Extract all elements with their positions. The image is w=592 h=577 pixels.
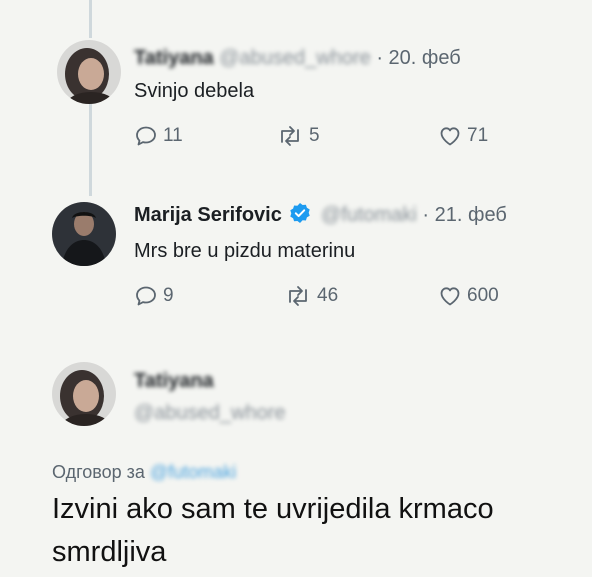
tweet-header: Marija Serifovic @futomaki · 21. феб <box>134 202 507 227</box>
tweet-text: Mrs bre u pizdu materinu <box>134 240 356 262</box>
verified-badge-icon <box>290 203 311 223</box>
reply-icon <box>136 286 156 306</box>
avatar[interactable] <box>52 362 116 426</box>
reply-button[interactable]: 9 <box>134 284 174 308</box>
retweet-count: 46 <box>317 285 339 306</box>
replying-to-label: Одговор за <box>52 462 145 482</box>
display-name[interactable]: Tatiyana <box>134 47 214 69</box>
like-button[interactable]: 71 <box>438 124 488 148</box>
retweet-button[interactable]: 5 <box>276 124 320 148</box>
user-handle[interactable]: @abused_whore <box>134 402 286 425</box>
reply-button[interactable]: 11 <box>134 124 183 148</box>
tweet-date[interactable]: 20. феб <box>389 47 461 69</box>
tweet-2[interactable]: Marija Serifovic @futomaki · 21. феб Mrs… <box>0 180 592 340</box>
display-name[interactable]: Tatiyana <box>134 370 214 393</box>
tweet-text: Svinjo debela <box>134 80 255 102</box>
separator-dot: · <box>376 47 383 69</box>
heart-icon <box>440 127 460 146</box>
user-handle[interactable]: @futomaki <box>321 204 417 226</box>
replying-to-mention[interactable]: @futomaki <box>150 462 236 482</box>
reply-count: 11 <box>163 125 183 146</box>
heart-icon <box>440 287 460 306</box>
retweet-button[interactable]: 46 <box>284 284 338 308</box>
tweet-date[interactable]: 21. феб <box>435 204 507 226</box>
like-button[interactable]: 600 <box>438 284 499 308</box>
reply-icon <box>136 126 156 146</box>
replying-to: Одговор за @futomaki <box>52 462 236 483</box>
retweet-icon <box>289 286 307 306</box>
like-count: 71 <box>467 125 489 146</box>
user-handle[interactable]: @abused_whore <box>219 47 371 69</box>
retweet-count: 5 <box>309 125 320 146</box>
tweet-text-line-2: smrdljiva <box>52 536 167 568</box>
retweet-icon <box>281 126 299 146</box>
tweet-1[interactable]: Tatiyana @abused_whore · 20. феб Svinjo … <box>0 0 592 180</box>
tweet-text-line-1: Izvini ako sam te uvrijedila krmaco <box>52 493 494 525</box>
like-count: 600 <box>467 285 499 306</box>
tweet-actions: 11 5 71 <box>134 124 554 152</box>
avatar[interactable] <box>52 202 116 266</box>
avatar[interactable] <box>57 40 121 104</box>
separator-dot: · <box>422 204 430 226</box>
tweet-header: Tatiyana @abused_whore · 20. феб <box>134 47 461 70</box>
reply-count: 9 <box>163 285 174 306</box>
tweet-actions: 9 46 600 <box>134 284 554 312</box>
display-name[interactable]: Marija Serifovic <box>134 204 282 226</box>
